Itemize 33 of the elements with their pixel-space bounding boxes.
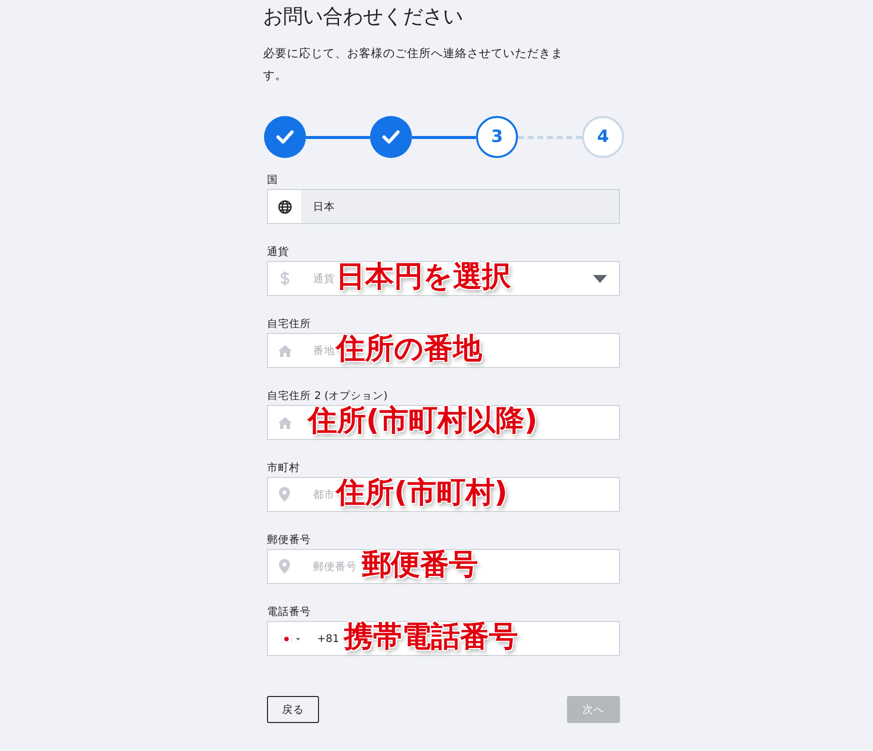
field-label: 自宅住所 2 (オプション) [267,389,389,404]
dollar-icon [280,271,290,286]
location-pin-icon [279,487,290,502]
globe-icon [278,200,292,214]
field-label: 郵便番号 [267,533,312,548]
back-button[interactable]: 戻る [267,696,319,723]
field-label: 自宅住所 [267,317,312,332]
intro-text: 必要に応じて、お客様のご住所へ連絡させていただきます。 [263,45,563,84]
input-field[interactable]: 住所(市町村以降) [267,405,620,440]
annotation-text: 日本円を選択 [336,258,511,295]
field-placeholder: 通貨 [313,272,335,286]
annotation-text: 住所(市町村以降) [308,402,538,439]
field-placeholder: 番地 [313,344,335,358]
field-label: 国 [267,173,279,188]
field-placeholder: 郵便番号 [313,560,357,574]
annotation-text: 携帯電話番号 [344,618,518,655]
annotation-text: 郵便番号 [362,546,478,583]
page-title: お問い合わせください [263,3,464,30]
input-field[interactable]: 日本 [267,189,620,224]
home-icon [278,416,292,428]
field-label: 通貨 [267,245,290,260]
home-icon [278,344,292,356]
field-value: 日本 [313,200,335,214]
location-pin-icon [279,559,290,574]
step-number: 3 [476,116,518,158]
annotation-text: 住所の番地 [336,330,482,367]
step-number: 4 [582,116,624,158]
field-label: 市町村 [267,461,301,476]
annotation-text: 住所(市町村) [336,474,508,511]
caret-icon [593,274,607,282]
field-label: 電話番号 [267,605,312,620]
field-value: +81 [317,632,340,644]
field-placeholder: 都市 [313,488,335,502]
